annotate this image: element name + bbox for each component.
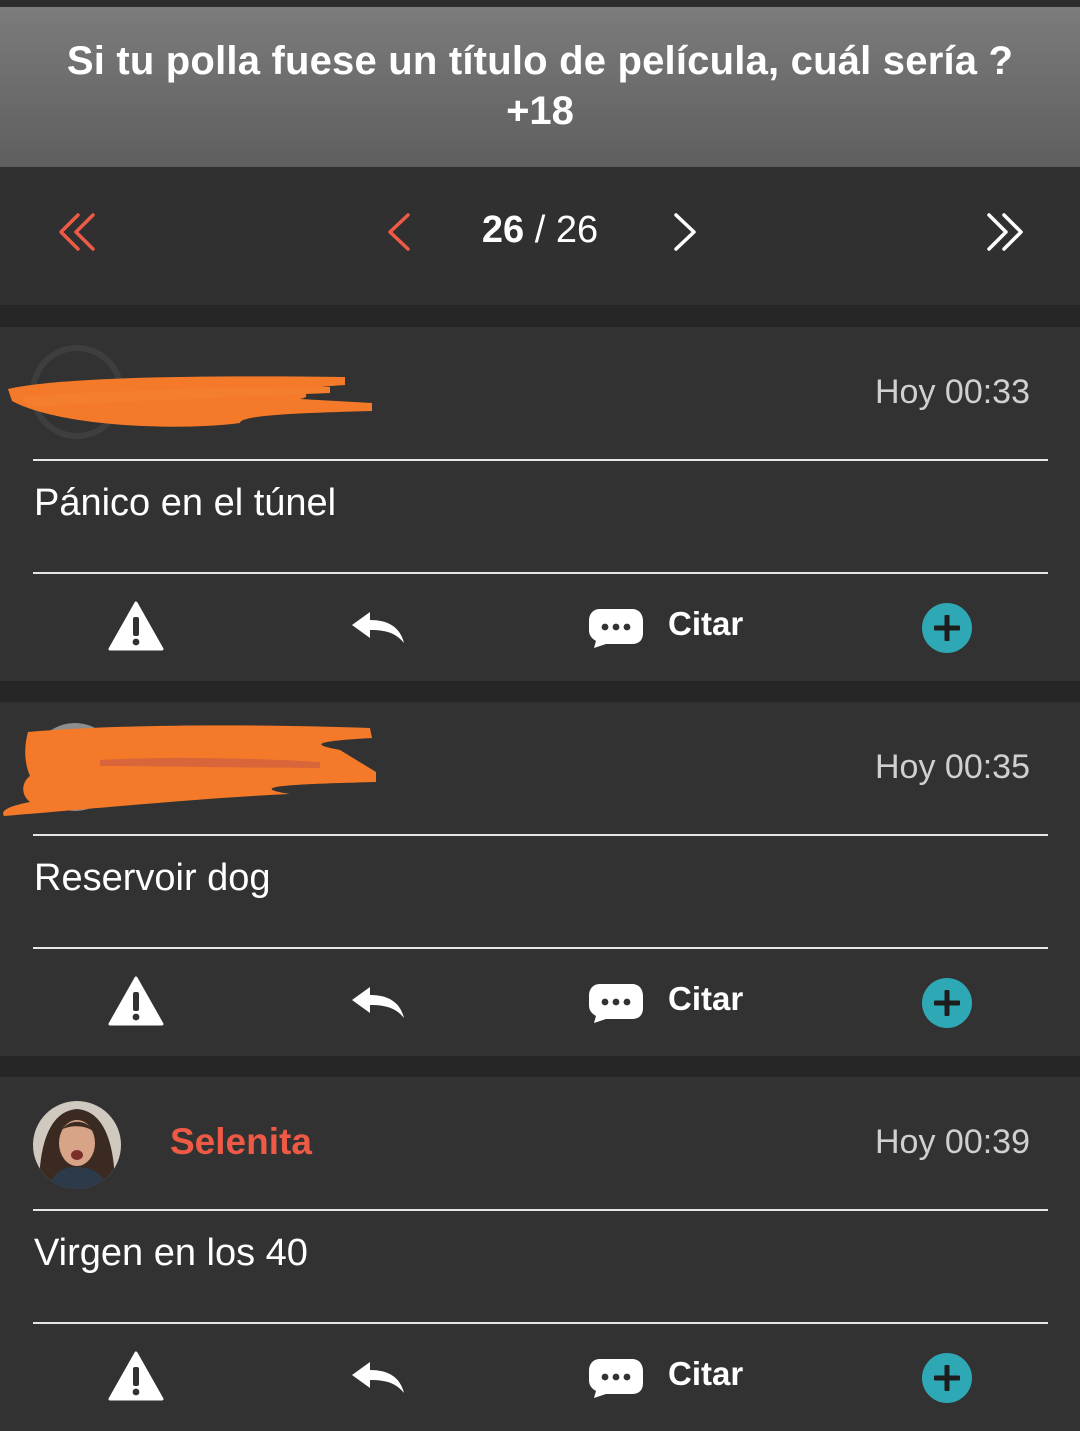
post-timestamp: Hoy 00:39	[875, 1123, 1030, 1161]
warning-icon[interactable]	[108, 601, 164, 651]
plus-circle-icon[interactable]	[921, 977, 973, 1029]
divider	[33, 1209, 1048, 1211]
post-actions: Citar	[0, 575, 1080, 681]
first-page-icon[interactable]	[56, 211, 98, 253]
post-body: Reservoir dog	[34, 857, 271, 899]
chat-bubble-icon[interactable]	[588, 1357, 644, 1399]
chat-bubble-icon[interactable]	[588, 607, 644, 649]
page-indicator: 26 / 26	[440, 209, 640, 252]
avatar[interactable]	[33, 1101, 121, 1189]
pagination-bar: 26 / 26	[0, 167, 1080, 305]
divider	[33, 459, 1048, 461]
post-body: Virgen en los 40	[34, 1232, 308, 1274]
reply-icon[interactable]	[350, 986, 406, 1020]
plus-circle-icon[interactable]	[921, 1352, 973, 1404]
post-actions: Citar	[0, 950, 1080, 1056]
thread-title-header: Si tu polla fuese un título de película,…	[0, 7, 1080, 167]
total-pages: 26	[555, 209, 599, 251]
redacted-username	[8, 345, 372, 439]
quote-button-label[interactable]: Citar	[668, 605, 743, 643]
post-card: Selenita Hoy 00:39 Virgen en los 40 Cita…	[0, 1077, 1080, 1431]
divider	[33, 1322, 1048, 1324]
redacted-username	[3, 723, 376, 816]
post-timestamp: Hoy 00:35	[875, 748, 1030, 786]
divider	[33, 572, 1048, 574]
last-page-icon[interactable]	[984, 211, 1026, 253]
reply-icon[interactable]	[350, 611, 406, 645]
current-page: 26	[481, 209, 525, 251]
page-separator: /	[524, 209, 556, 251]
reply-icon[interactable]	[350, 1361, 406, 1395]
next-page-icon[interactable]	[670, 211, 700, 253]
divider	[33, 834, 1048, 836]
thread-title-tag: +18	[506, 89, 574, 133]
post-actions: Citar	[0, 1325, 1080, 1431]
quote-button-label[interactable]: Citar	[668, 1355, 743, 1393]
post-card: Hoy 00:35 Reservoir dog Citar	[0, 702, 1080, 1056]
post-body: Pánico en el túnel	[34, 482, 337, 524]
post-timestamp: Hoy 00:33	[875, 373, 1030, 411]
status-strip	[0, 0, 1080, 7]
quote-button-label[interactable]: Citar	[668, 980, 743, 1018]
divider	[33, 947, 1048, 949]
plus-circle-icon[interactable]	[921, 602, 973, 654]
thread-title: Si tu polla fuese un título de película,…	[66, 39, 1014, 83]
warning-icon[interactable]	[108, 976, 164, 1026]
prev-page-icon[interactable]	[384, 211, 414, 253]
post-card: Hoy 00:33 Pánico en el túnel Citar	[0, 327, 1080, 681]
chat-bubble-icon[interactable]	[588, 982, 644, 1024]
warning-icon[interactable]	[108, 1351, 164, 1401]
username[interactable]: Selenita	[170, 1121, 312, 1163]
